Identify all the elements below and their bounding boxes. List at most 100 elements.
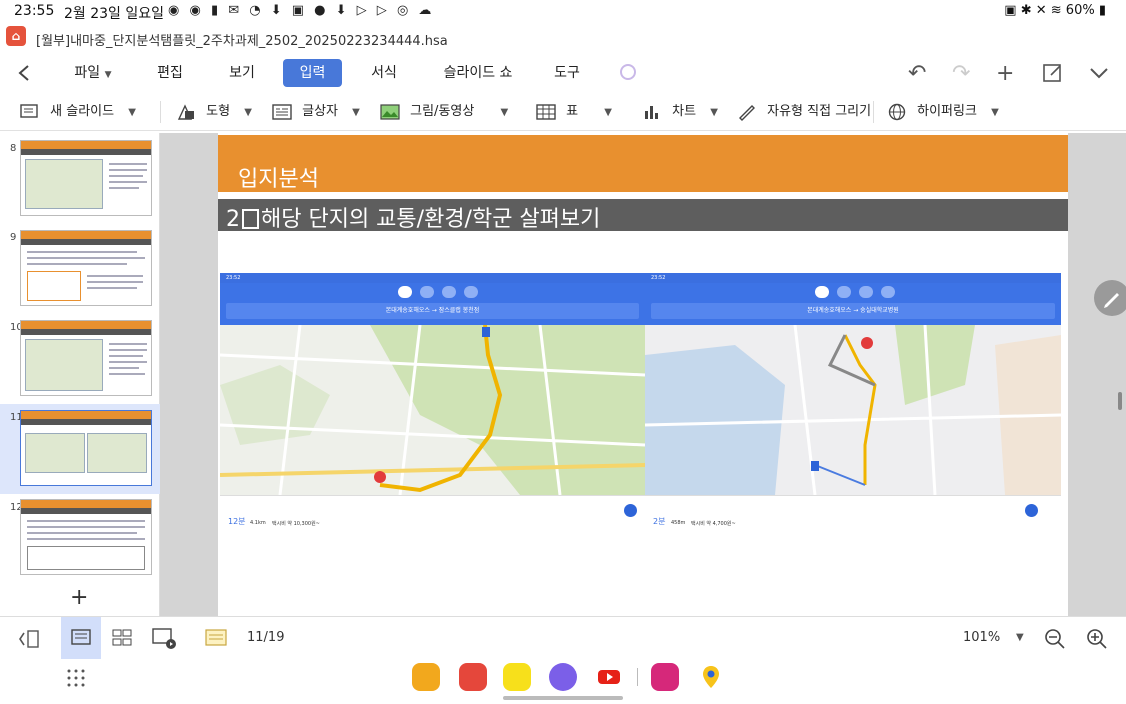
gallery-app-icon[interactable] <box>651 663 679 691</box>
slide-header-band: 입지분석 <box>218 135 1068 192</box>
taskbar-dock <box>0 659 1126 704</box>
textbox-button[interactable]: 글상자 ▼ <box>272 101 360 123</box>
map-route-text: 본대계송호해오스 → 숭실대학교병원 <box>651 303 1055 319</box>
thumbnail-number: 8 <box>10 143 17 154</box>
chart-icon <box>645 105 658 119</box>
undo-icon[interactable]: ↶ <box>908 61 926 86</box>
slide-thumbnail-12[interactable] <box>20 499 152 575</box>
document-title: [월부]내마중_단지분석탬플릿_2주차과제_2502_2025022323444… <box>36 34 448 49</box>
chevron-down-icon[interactable] <box>1089 65 1109 81</box>
maps-app-icon[interactable] <box>697 663 725 691</box>
map-view <box>220 325 645 495</box>
zoom-in-icon[interactable] <box>1086 628 1108 650</box>
menu-view[interactable]: 보기 <box>220 59 264 87</box>
map-route-header: 본대계송호해오스 → 숭실대학교병원 <box>645 283 1061 325</box>
normal-view-button[interactable] <box>61 617 101 659</box>
map-route-summary: 12분 4.1km 택시비 약 10,300원~ <box>220 495 645 538</box>
slide-thumbnail-8[interactable] <box>20 140 152 216</box>
menu-file[interactable]: 파일 ▼ <box>58 59 128 87</box>
toggle-panel-icon[interactable] <box>18 629 42 649</box>
zoom-out-icon[interactable] <box>1044 628 1066 650</box>
slideshow-button[interactable] <box>144 617 184 659</box>
add-slide-button[interactable]: + <box>70 585 88 610</box>
add-icon[interactable]: + <box>996 61 1014 86</box>
kakaotalk-app-icon[interactable] <box>503 663 531 691</box>
picture-video-label: 그림/동영상 <box>410 104 475 119</box>
pen-icon[interactable] <box>618 62 638 82</box>
picture-icon <box>380 103 400 120</box>
slide-sorter-button[interactable] <box>102 617 142 659</box>
menu-format[interactable]: 서식 <box>362 59 406 87</box>
map-pin-icon <box>703 666 719 688</box>
map-screenshot-left[interactable]: 23:52 본대계송호해오스 → 잠스클랩 봉천점 12분 4.1km 택시비 … <box>220 273 645 538</box>
freeform-draw-button[interactable]: 자유형 직접 그리기 <box>737 101 871 123</box>
map-route-summary: 2분 458m 택시비 약 4,700원~ <box>645 495 1061 538</box>
zoom-level[interactable]: 101% <box>963 630 1000 645</box>
shape-label: 도형 <box>206 104 231 119</box>
redo-icon[interactable]: ↷ <box>952 61 970 86</box>
youtube-logo-icon <box>598 670 620 684</box>
chevron-down-icon: ▼ <box>352 107 360 118</box>
picture-video-button[interactable]: 그림/동영상 ▼ <box>380 101 508 123</box>
map-status-time: 23:52 <box>226 275 241 281</box>
table-icon <box>536 103 556 120</box>
subtitle-text: 해당 단지의 교통/환경/학군 살펴보기 <box>261 207 601 232</box>
vertical-scrollbar[interactable] <box>1118 392 1122 410</box>
current-slide[interactable]: 입지분석 2 해당 단지의 교통/환경/학군 살펴보기 23:52 본대계송호해오… <box>218 133 1068 616</box>
navigation-fab-icon <box>1025 504 1038 517</box>
map-route-header: 본대계송호해오스 → 잠스클랩 봉천점 <box>220 283 645 325</box>
car-mode-icon <box>398 286 412 298</box>
route-fare: 택시비 약 10,300원~ <box>272 521 320 527</box>
route-distance: 458m <box>671 520 686 526</box>
notes-button[interactable] <box>196 617 236 659</box>
home-indicator[interactable] <box>503 696 623 700</box>
floating-pen-button[interactable] <box>1094 280 1126 316</box>
grid-view-icon <box>112 629 132 646</box>
title-bar: ⌂ [월부]내마중_단지분석탬플릿_2주차과제_2502_20250223234… <box>0 23 1126 53</box>
youtube-app-icon[interactable] <box>595 663 623 691</box>
menu-tools[interactable]: 도구 <box>545 59 589 87</box>
table-button[interactable]: 표 ▼ <box>536 101 612 123</box>
my-files-app-icon[interactable] <box>412 663 440 691</box>
slide-thumbnail-panel[interactable]: 8 9 10 11 12 + <box>0 133 160 616</box>
status-time: 23:55 <box>14 3 55 19</box>
route-fare: 택시비 약 4,700원~ <box>691 521 736 527</box>
slide-thumbnail-9[interactable] <box>20 230 152 306</box>
menu-insert[interactable]: 입력 <box>283 59 342 87</box>
notification-icons: ◉ ◉ ▮ ✉ ◔ ⬇ ▣ ● ⬇ ▷ ▷ ◎ ☁ <box>168 3 435 18</box>
system-indicators: ▣ ✱ ✕ ≋ 60% ▮ <box>1004 3 1106 18</box>
map-status-bar: 23:52 <box>645 273 1061 283</box>
thumbnail-number: 9 <box>10 232 17 243</box>
slide-header-title[interactable]: 입지분석 <box>238 161 319 193</box>
menu-slideshow[interactable]: 슬라이드 쇼 <box>433 59 523 87</box>
freeform-draw-label: 자유형 직접 그리기 <box>767 104 872 119</box>
menu-edit[interactable]: 편집 <box>148 59 192 87</box>
map-status-time: 23:52 <box>651 275 666 281</box>
slide-editing-area[interactable]: 입지분석 2 해당 단지의 교통/환경/학군 살펴보기 23:52 본대계송호해오… <box>160 133 1126 616</box>
transit-mode-icon <box>420 286 434 298</box>
chevron-down-icon: ▼ <box>991 107 999 118</box>
edit-mode-icon[interactable] <box>1042 62 1064 84</box>
system-icons: ▣ ✱ ✕ ≋ <box>1004 3 1066 18</box>
transit-mode-icon <box>837 286 851 298</box>
slide-subtitle[interactable]: 2 해당 단지의 교통/환경/학군 살펴보기 <box>226 201 600 233</box>
slide-thumbnail-11[interactable] <box>20 410 152 486</box>
shape-button[interactable]: 도형 ▼ <box>176 101 252 123</box>
hancom-app-icon: ⌂ <box>6 26 26 46</box>
zoom-dropdown-icon[interactable]: ▼ <box>1016 632 1024 643</box>
slide-thumbnail-10[interactable] <box>20 320 152 396</box>
hyperlink-button[interactable]: 하이퍼링크 ▼ <box>887 101 999 123</box>
subtitle-number: 2 <box>226 207 240 232</box>
insert-toolbar: 새 슬라이드 ▼ 도형 ▼ 글상자 ▼ 그림/동영상 ▼ 표 ▼ 차트 ▼ 자유… <box>0 93 1126 131</box>
map-screenshot-right[interactable]: 23:52 본대계송호해오스 → 숭실대학교병원 2분 458m 택시비 약 4… <box>645 273 1061 538</box>
battery-level: 60% <box>1065 3 1095 18</box>
new-slide-button[interactable]: 새 슬라이드 ▼ <box>20 101 136 123</box>
chart-button[interactable]: 차트 ▼ <box>642 101 718 123</box>
hancom-office-app-icon[interactable] <box>459 663 487 691</box>
chevron-down-icon: ▼ <box>604 107 612 118</box>
app-drawer-icon[interactable] <box>66 668 86 688</box>
back-arrow-icon[interactable] <box>16 64 34 82</box>
map-status-bar: 23:52 <box>220 273 645 283</box>
internet-app-icon[interactable] <box>549 663 577 691</box>
chevron-down-icon: ▼ <box>500 107 509 118</box>
